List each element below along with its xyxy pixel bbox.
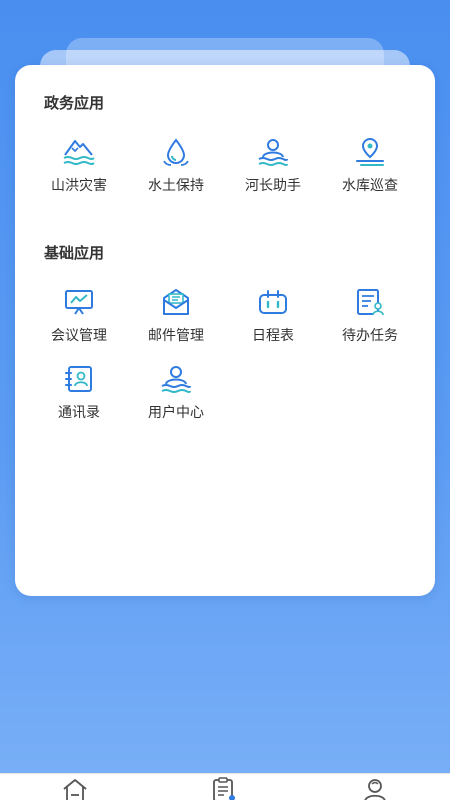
- app-label: 日程表: [252, 328, 294, 344]
- app-river-chief[interactable]: 河长助手: [225, 137, 321, 195]
- tab-tasks[interactable]: [209, 777, 239, 800]
- task-list-icon: [357, 289, 384, 316]
- app-label: 邮件管理: [148, 328, 204, 344]
- app-meeting-management[interactable]: 会议管理: [31, 287, 127, 345]
- contacts-icon: [65, 366, 92, 392]
- app-reservoir-patrol[interactable]: 水库巡查: [322, 137, 418, 195]
- section-title-basic: 基础应用: [44, 244, 105, 262]
- location-pin-icon: [356, 137, 384, 166]
- app-schedule[interactable]: 日程表: [225, 287, 321, 345]
- bottom-tab-bar: [0, 773, 450, 800]
- app-mail-management[interactable]: 邮件管理: [128, 287, 224, 345]
- app-user-center[interactable]: 用户中心: [128, 364, 224, 422]
- apps-card: 政务应用 山洪灾害 水土保持 河长助手 水库巡查 基础应用 会议管理 邮件管理 …: [15, 65, 435, 596]
- tab-home[interactable]: [60, 777, 90, 800]
- app-label: 河长助手: [245, 178, 301, 194]
- app-label: 会议管理: [51, 328, 107, 344]
- app-label: 待办任务: [342, 328, 398, 344]
- clipboard-icon: [213, 777, 235, 800]
- river-chief-icon: [258, 139, 288, 166]
- mountain-flood-icon: [63, 140, 95, 165]
- app-mountain-flood[interactable]: 山洪灾害: [31, 137, 127, 195]
- section-title-government: 政务应用: [44, 94, 105, 112]
- user-center-icon: [161, 366, 191, 393]
- app-address-book[interactable]: 通讯录: [31, 364, 127, 422]
- user-icon: [364, 779, 386, 800]
- presentation-board-icon: [65, 290, 93, 315]
- mail-icon: [163, 289, 189, 315]
- app-label: 水库巡查: [342, 178, 398, 194]
- water-drop-icon: [163, 138, 189, 166]
- app-todo-tasks[interactable]: 待办任务: [322, 287, 418, 345]
- app-label: 水土保持: [148, 178, 204, 194]
- calendar-icon: [259, 290, 287, 314]
- app-label: 通讯录: [58, 405, 100, 421]
- tab-profile[interactable]: [360, 777, 390, 800]
- app-label: 用户中心: [148, 405, 204, 421]
- app-soil-conservation[interactable]: 水土保持: [128, 137, 224, 195]
- home-icon: [63, 779, 87, 800]
- app-label: 山洪灾害: [51, 178, 107, 194]
